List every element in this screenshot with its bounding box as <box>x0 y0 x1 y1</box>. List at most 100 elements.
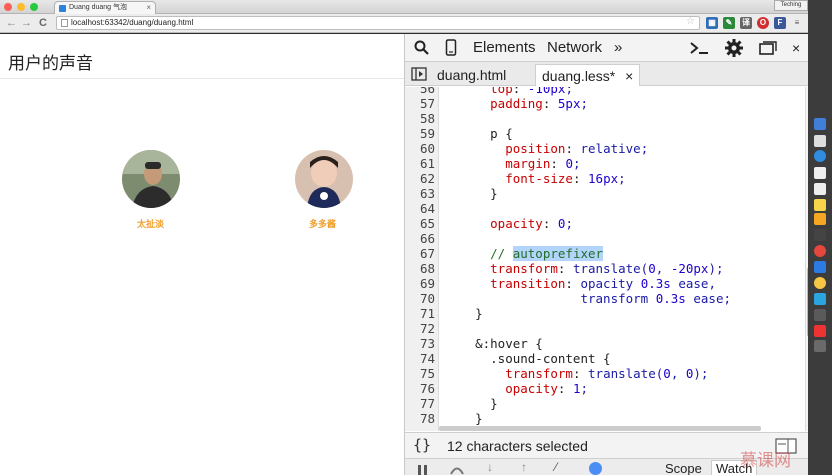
code-line[interactable]: 65 opacity: 0; <box>405 216 805 231</box>
stickies-icon[interactable] <box>814 199 826 211</box>
horizontal-scrollbar[interactable] <box>439 426 761 431</box>
code-text: transform: translate(0, -20px); <box>490 261 724 276</box>
code-line[interactable]: 62 font-size: 16px; <box>405 171 805 186</box>
notes-icon[interactable] <box>814 167 826 179</box>
downloads-icon[interactable] <box>814 340 826 352</box>
search-icon[interactable] <box>414 40 430 56</box>
bookmark-star-icon[interactable]: ☆ <box>686 16 695 28</box>
code-text: top: -10px; <box>490 87 573 96</box>
avatar[interactable] <box>122 150 180 208</box>
browser-titlebar: Duang duang 气泡 × Teching <box>0 0 808 14</box>
code-line[interactable]: 56 top: -10px; <box>405 87 805 96</box>
code-text: position: relative; <box>505 141 649 156</box>
code-editor[interactable]: 56 top: -10px; 57 padding: 5px; 58 59 p {60… <box>405 87 805 431</box>
minimize-window-icon[interactable] <box>17 3 25 11</box>
code-line[interactable]: 76 opacity: 1; <box>405 381 805 396</box>
line-number: 76 <box>419 381 435 396</box>
pause-icon[interactable] <box>417 464 429 475</box>
close-devtools-icon[interactable]: × <box>792 38 800 58</box>
terminal-icon[interactable] <box>814 229 826 241</box>
opera-icon[interactable]: O <box>757 17 769 29</box>
browser-tab[interactable]: Duang duang 气泡 × <box>54 1 156 14</box>
gear-icon[interactable] <box>724 38 744 58</box>
deactivate-breakpoints-icon[interactable]: ⁄ <box>555 460 557 474</box>
finder-icon[interactable] <box>814 118 826 130</box>
word-icon[interactable] <box>814 261 826 273</box>
reload-button[interactable]: C <box>39 15 47 31</box>
avatar[interactable] <box>295 150 353 208</box>
safari-icon[interactable] <box>814 150 826 162</box>
file-close-icon[interactable]: × <box>625 68 633 84</box>
preview-icon[interactable] <box>814 135 826 147</box>
step-over-icon[interactable] <box>449 463 465 475</box>
profile-button[interactable]: Teching <box>774 0 808 11</box>
navigator-toggle-icon[interactable] <box>411 67 427 81</box>
translate-icon[interactable]: 译 <box>740 17 752 29</box>
code-line[interactable]: 64 <box>405 201 805 216</box>
pretty-print-button[interactable]: {} <box>413 436 431 454</box>
back-button[interactable]: ← <box>6 15 17 31</box>
calendar-icon[interactable] <box>814 183 826 195</box>
console-drawer-icon[interactable] <box>690 41 710 55</box>
file-tab-less[interactable]: duang.less* × <box>535 64 641 86</box>
code-line[interactable]: 75 transform: translate(0, 0); <box>405 366 805 381</box>
code-line[interactable]: 60 position: relative; <box>405 141 805 156</box>
code-line[interactable]: 58 <box>405 111 805 126</box>
code-text: font-size: 16px; <box>505 171 626 186</box>
line-number: 58 <box>419 111 435 126</box>
code-line[interactable]: 72 <box>405 321 805 336</box>
code-line[interactable]: 57 padding: 5px; <box>405 96 805 111</box>
code-line[interactable]: 74 .sound-content { <box>405 351 805 366</box>
chrome-icon[interactable] <box>814 245 826 257</box>
feedback-icon[interactable]: ✎ <box>723 17 735 29</box>
line-number: 71 <box>419 306 435 321</box>
pages-icon[interactable] <box>814 213 826 225</box>
code-line[interactable]: 70 transform 0.3s ease; <box>405 291 805 306</box>
code-line[interactable]: 73 &:hover { <box>405 336 805 351</box>
tab-close-icon[interactable]: × <box>146 2 151 14</box>
menu-icon[interactable]: ≡ <box>791 17 803 29</box>
line-number: 59 <box>419 126 435 141</box>
sketch-icon[interactable] <box>814 277 826 289</box>
code-line[interactable]: 67 // autoprefixer <box>405 246 805 261</box>
tab-elements[interactable]: Elements <box>473 38 536 58</box>
code-text: opacity: 0; <box>490 216 573 231</box>
page-title: 用户的声音 <box>8 54 93 74</box>
code-line[interactable]: 66 <box>405 231 805 246</box>
line-number: 70 <box>419 291 435 306</box>
address-bar[interactable]: localhost:63342/duang/duang.html ☆ <box>56 16 700 30</box>
tab-title: Duang duang 气泡 <box>69 4 127 11</box>
table-icon[interactable]: ▦ <box>706 17 718 29</box>
forward-button[interactable]: → <box>21 15 32 31</box>
settings-icon[interactable] <box>814 309 826 321</box>
close-window-icon[interactable] <box>4 3 12 11</box>
zoom-window-icon[interactable] <box>30 3 38 11</box>
selection-status: 12 characters selected <box>447 438 588 454</box>
code-line[interactable]: 78 } <box>405 411 805 426</box>
pause-on-exceptions-icon[interactable] <box>589 462 602 475</box>
tab-scope[interactable]: Scope <box>665 461 702 475</box>
user-name: 多多酱 <box>309 220 337 230</box>
browser-toolbar: ← → C localhost:63342/duang/duang.html ☆… <box>0 14 808 33</box>
step-out-icon[interactable]: ↑ <box>521 460 527 474</box>
tab-network[interactable]: Network <box>547 38 602 58</box>
step-into-icon[interactable]: ↓ <box>487 460 493 474</box>
code-line[interactable]: 63 } <box>405 186 805 201</box>
file-tab-html[interactable]: duang.html <box>431 64 512 86</box>
code-line[interactable]: 61 margin: 0; <box>405 156 805 171</box>
code-text: transition: opacity 0.3s ease, <box>490 276 716 291</box>
code-text: transform: translate(0, 0); <box>505 366 709 381</box>
code-line[interactable]: 77 } <box>405 396 805 411</box>
code-line[interactable]: 69 transition: opacity 0.3s ease, <box>405 276 805 291</box>
user-name: 太扯淡 <box>137 220 165 230</box>
more-tabs-button[interactable]: » <box>614 38 622 58</box>
code-line[interactable]: 59 p { <box>405 126 805 141</box>
code-line[interactable]: 71 } <box>405 306 805 321</box>
dock-side-icon[interactable] <box>759 41 777 55</box>
device-mode-icon[interactable] <box>445 39 457 57</box>
twitter-icon[interactable] <box>814 293 826 305</box>
code-line[interactable]: 68 transform: translate(0, -20px); <box>405 261 805 276</box>
app-icon[interactable] <box>814 325 826 337</box>
f-icon[interactable]: F <box>774 17 786 29</box>
line-number: 57 <box>419 96 435 111</box>
